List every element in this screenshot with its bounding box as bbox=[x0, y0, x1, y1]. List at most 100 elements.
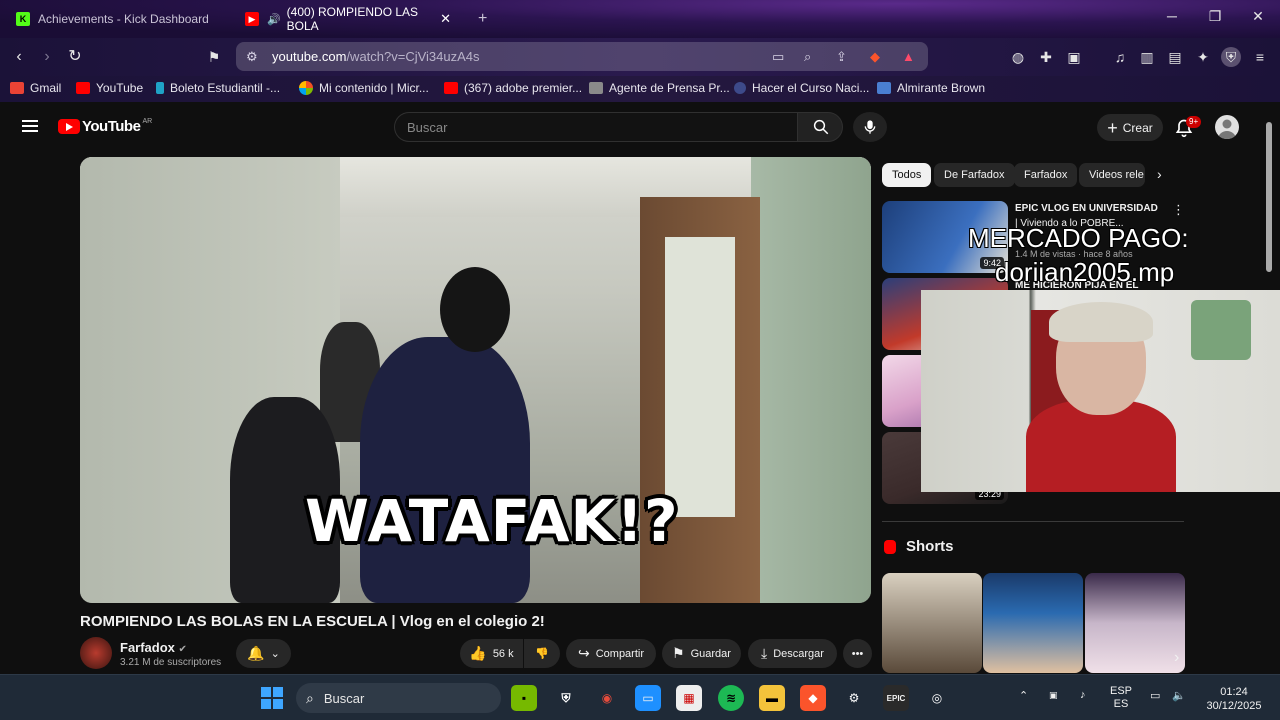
forward-icon[interactable]: › bbox=[36, 46, 58, 68]
search-button[interactable] bbox=[797, 112, 843, 142]
url-text: youtube.com/watch?v=CjVi34uzA4s bbox=[272, 49, 480, 64]
share-icon[interactable]: ⇪ bbox=[836, 49, 847, 65]
bookmark-adobe-premiere[interactable]: (367) adobe premier... bbox=[444, 81, 582, 95]
bookmark-youtube[interactable]: YouTube bbox=[76, 81, 143, 95]
save-button[interactable]: ⚑ Guardar bbox=[662, 639, 741, 668]
media-icon[interactable]: ♫ bbox=[1110, 47, 1130, 67]
brave-browser-icon[interactable]: ◆ bbox=[800, 685, 826, 711]
more-horizontal-icon: ••• bbox=[851, 647, 864, 660]
security-shield-icon[interactable]: ⛨ bbox=[553, 685, 579, 711]
tab-title: (400) ROMPIENDO LAS BOLA bbox=[286, 5, 419, 33]
screenshot-icon[interactable]: ▣ bbox=[1064, 47, 1084, 67]
vpn-icon[interactable]: ◍ bbox=[1008, 47, 1028, 67]
clock[interactable]: 01:24 30/12/2025 bbox=[1200, 685, 1268, 713]
shorts-header: Shorts bbox=[884, 538, 954, 555]
create-button[interactable]: + Crear bbox=[1097, 114, 1163, 141]
video-frame-head bbox=[440, 267, 510, 352]
agent-icon bbox=[589, 82, 603, 94]
zoom-icon[interactable]: ⌕ bbox=[804, 49, 811, 65]
youtube-play-icon bbox=[58, 119, 80, 134]
video-player[interactable]: WATAFAK!? bbox=[80, 157, 871, 603]
youtube-icon bbox=[444, 82, 458, 94]
microphone-tray-icon[interactable]: ♪ bbox=[1080, 689, 1086, 701]
youtube-icon bbox=[76, 82, 90, 94]
app-icon[interactable]: ◉ bbox=[594, 685, 620, 711]
chip-todos[interactable]: Todos bbox=[882, 163, 932, 187]
site-settings-icon[interactable]: ⚙ bbox=[246, 49, 258, 65]
short-thumbnail[interactable] bbox=[983, 573, 1083, 673]
page-scrollbar[interactable] bbox=[1266, 122, 1272, 272]
short-thumbnail[interactable] bbox=[1085, 573, 1185, 673]
volume-icon[interactable]: 🔈 bbox=[1172, 689, 1186, 702]
close-window-icon[interactable]: ✕ bbox=[1248, 8, 1268, 25]
show-hidden-icons-chevron[interactable]: ⌃ bbox=[1019, 689, 1028, 702]
chip-farfadox[interactable]: Farfadox bbox=[1014, 163, 1078, 187]
epic-games-icon[interactable]: EPIC bbox=[883, 685, 909, 711]
cast-icon[interactable]: ▭ bbox=[772, 49, 784, 65]
reload-icon[interactable]: ↻ bbox=[64, 46, 86, 68]
maximize-icon[interactable]: ❐ bbox=[1205, 8, 1225, 25]
taskbar-search[interactable]: ⌕ Buscar bbox=[296, 683, 501, 713]
language-indicator[interactable]: ESP ES bbox=[1110, 685, 1132, 711]
minimize-icon[interactable]: ─ bbox=[1162, 8, 1182, 24]
steam-icon[interactable]: ⚙ bbox=[841, 685, 867, 711]
windows-taskbar: ⌕ Buscar ▪ ⛨ ◉ ▭ ▦ ≋ ▬ ◆ ⚙ EPIC ◎ ⌃ ▣ ♪ … bbox=[0, 674, 1280, 720]
bookmark-curso[interactable]: Hacer el Curso Naci... bbox=[734, 81, 869, 95]
channel-name[interactable]: Farfadox ✔ bbox=[120, 640, 187, 655]
download-icon: ⤓ bbox=[761, 645, 768, 661]
new-tab-button[interactable]: + bbox=[468, 6, 490, 32]
sidebar-icon[interactable]: ▥ bbox=[1137, 47, 1157, 67]
tray-app-icon[interactable]: ▣ bbox=[1049, 690, 1058, 701]
menu-icon[interactable]: ≡ bbox=[1250, 47, 1270, 67]
more-actions-button[interactable]: ••• bbox=[843, 639, 872, 668]
bookmark-agente-prensa[interactable]: Agente de Prensa Pr... bbox=[589, 81, 730, 95]
chips-next-chevron-icon[interactable]: › bbox=[1157, 166, 1162, 182]
dislike-button[interactable]: 👎 bbox=[524, 639, 560, 668]
chip-videos-relacionados[interactable]: Videos rele bbox=[1079, 163, 1145, 187]
short-thumbnail[interactable] bbox=[882, 573, 982, 673]
youtube-logo[interactable]: YouTube AR bbox=[58, 118, 152, 135]
notification-count-badge: 9+ bbox=[1186, 116, 1202, 128]
tab-kick-dashboard[interactable]: K Achievements - Kick Dashboard bbox=[6, 6, 230, 32]
video-frame-person bbox=[360, 337, 530, 603]
back-icon[interactable]: ‹ bbox=[8, 46, 30, 68]
guide-menu-icon[interactable] bbox=[22, 120, 38, 132]
recommendation-title[interactable]: EPIC VLOG EN UNIVERSIDAD bbox=[1015, 203, 1180, 215]
brave-rewards-icon[interactable]: ▲ bbox=[902, 49, 915, 64]
leo-ai-icon[interactable]: ✦ bbox=[1193, 47, 1213, 67]
subscribe-bell-button[interactable]: 🔔 ⌄ bbox=[236, 639, 291, 668]
voice-search-button[interactable] bbox=[853, 112, 887, 142]
tab-youtube-video[interactable]: ▶ 🔊 (400) ROMPIENDO LAS BOLA ✕ bbox=[235, 5, 463, 33]
microphone-icon bbox=[864, 120, 876, 134]
profile-shield-icon[interactable]: ⛨ bbox=[1221, 47, 1241, 67]
spotify-icon[interactable]: ≋ bbox=[718, 685, 744, 711]
bookmark-mi-contenido[interactable]: Mi contenido | Micr... bbox=[299, 81, 429, 95]
close-tab-icon[interactable]: ✕ bbox=[440, 11, 451, 27]
windows-start-icon[interactable] bbox=[259, 685, 285, 711]
nvidia-icon[interactable]: ▪ bbox=[511, 685, 537, 711]
more-vertical-icon[interactable]: ⋮ bbox=[1172, 202, 1185, 218]
shorts-next-chevron-icon[interactable]: › bbox=[1174, 649, 1179, 667]
brave-shields-icon[interactable]: ◆ bbox=[870, 49, 880, 65]
search-icon bbox=[813, 119, 829, 135]
thumbs-down-icon: 👎 bbox=[535, 648, 549, 660]
file-explorer-icon[interactable]: ▬ bbox=[759, 685, 785, 711]
monitor-icon[interactable]: ▭ bbox=[635, 685, 661, 711]
extensions-icon[interactable]: ✚ bbox=[1036, 47, 1056, 67]
chip-de-farfadox[interactable]: De Farfadox bbox=[934, 163, 1015, 187]
obs-icon[interactable]: ◎ bbox=[924, 685, 950, 711]
wallet-icon[interactable]: ▤ bbox=[1165, 47, 1185, 67]
bookmark-boleto[interactable]: Boleto Estudiantil -... bbox=[156, 81, 280, 95]
download-button[interactable]: ⤓ Descargar bbox=[748, 639, 837, 668]
bookmark-gmail[interactable]: Gmail bbox=[10, 81, 61, 95]
bookmark-icon[interactable]: ⚑ bbox=[203, 46, 225, 68]
search-input[interactable] bbox=[407, 120, 777, 135]
network-icon[interactable]: ▭ bbox=[1150, 689, 1160, 702]
channel-avatar[interactable] bbox=[80, 637, 112, 669]
like-button[interactable]: 👍 56 k bbox=[460, 639, 523, 668]
account-avatar[interactable] bbox=[1215, 115, 1239, 139]
bookmark-almirante-brown[interactable]: Almirante Brown bbox=[877, 81, 985, 95]
calendar-app-icon[interactable]: ▦ bbox=[676, 685, 702, 711]
share-button[interactable]: ↪ Compartir bbox=[566, 639, 656, 668]
address-bar[interactable]: ⚙ youtube.com/watch?v=CjVi34uzA4s ▭ ⌕ ⇪ … bbox=[236, 42, 928, 71]
